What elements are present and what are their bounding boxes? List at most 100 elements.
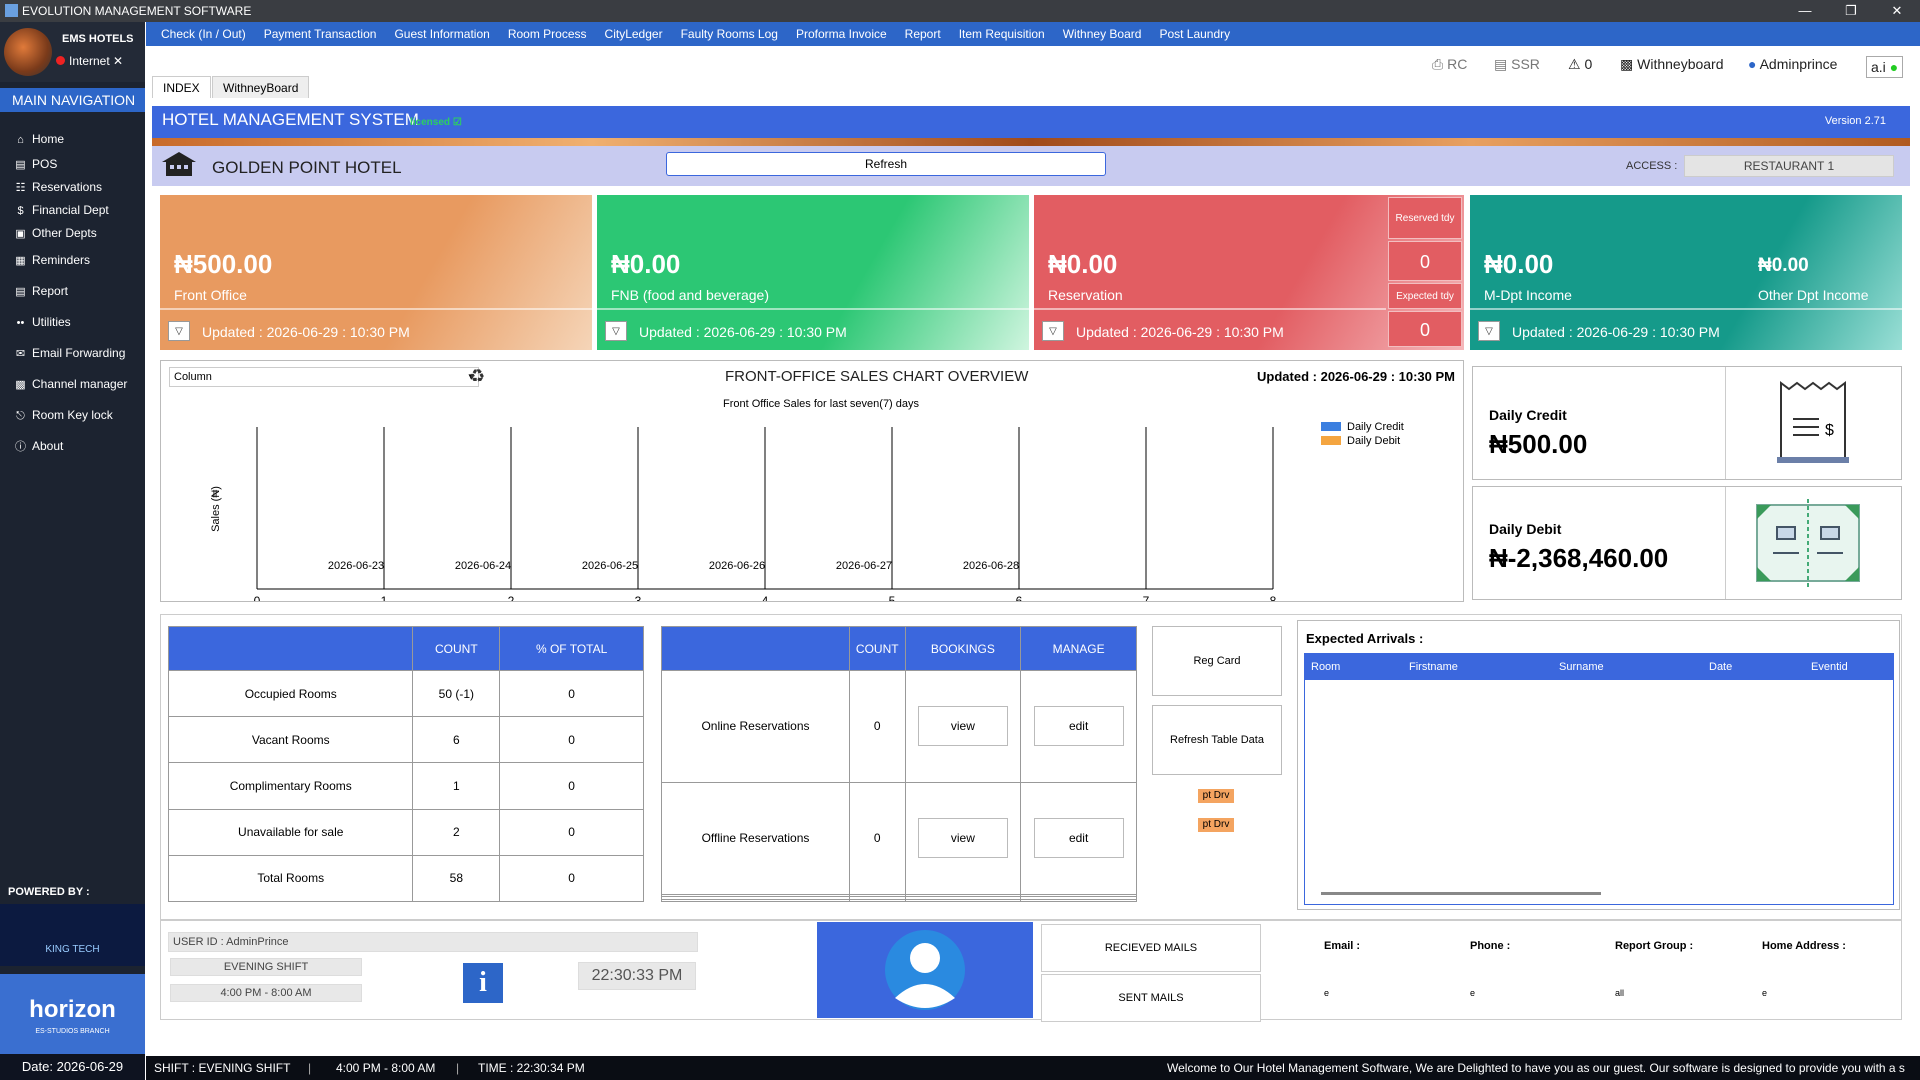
sent-mails-button[interactable]: SENT MAILS [1041,974,1261,1022]
pt-drv-badge[interactable]: pt Drv [1198,789,1234,803]
reservation-amount: ₦0.00 [1048,249,1118,279]
front-office-toggle[interactable]: ▽ [168,321,190,341]
rooms-header-count: COUNT [412,626,501,671]
menu-post-laundry[interactable]: Post Laundry [1150,22,1239,46]
email-label: Email : [1324,940,1361,952]
daily-credit-label: Daily Credit [1489,407,1567,423]
sidebar-item-reservations[interactable]: ☷ Reservations [13,177,102,197]
menu-cityledger[interactable]: CityLedger [596,22,672,46]
ai-button[interactable]: a.i ● [1866,56,1904,78]
home-address-value: e [1762,988,1768,998]
category-label: 2026-06-24 [455,560,511,572]
user-menu[interactable]: ● Adminprince [1748,56,1837,80]
refresh-button[interactable]: Refresh [666,152,1106,176]
notifications-button[interactable]: ⚠ 0 [1568,56,1592,80]
pt-drv-badge-2[interactable]: pt Drv [1198,818,1234,832]
table-row: Unavailable for sale 2 0 [167,808,644,856]
chart-refresh-icon[interactable]: ♻ [469,366,485,387]
table-row: Offline Reservations 0 view edit [661,781,1137,895]
decorative-stripe [152,138,1910,146]
menu-guest-information[interactable]: Guest Information [385,22,498,46]
received-mails-button[interactable]: RECIEVED MAILS [1041,924,1261,972]
online-edit-button[interactable]: edit [1033,706,1124,747]
category-label: 2026-06-23 [328,560,384,572]
close-icon[interactable]: ✕ [113,54,123,68]
menu-withney-board[interactable]: Withney Board [1054,22,1151,46]
menu-room-process[interactable]: Room Process [499,22,596,46]
front-office-amount: ₦500.00 [174,249,273,279]
menu-payment-transaction[interactable]: Payment Transaction [255,22,386,46]
expected-today-label: Expected tdy [1388,283,1462,309]
bell-icon: ⚠ [1568,56,1581,72]
close-button[interactable]: ✕ [1874,0,1920,22]
sidebar-item-report[interactable]: ▤ Report [13,281,68,301]
y-axis-label: Sales (₦) [210,486,222,532]
sidebar-item-pos[interactable]: ▤ POS [13,154,57,174]
menu-report[interactable]: Report [896,22,950,46]
category-label: 2026-06-25 [582,560,638,572]
app-header: HOTEL MANAGEMENT SYSTEM licensed ☑ Versi… [152,106,1910,138]
utilities-icon: •• [16,317,25,329]
reservation-updated: Updated : 2026-06-29 : 10:30 PM [1076,324,1284,340]
chart-type-select[interactable]: Column ▾ [169,367,479,387]
sidebar-item-channel-manager[interactable]: ▩ Channel manager [13,374,127,394]
withneyboard-button[interactable]: ▩ Withneyboard [1620,56,1724,80]
horizontal-scrollbar[interactable] [1321,892,1601,895]
sidebar-item-home[interactable]: ⌂ Home [13,129,64,149]
fnb-amount: ₦0.00 [611,249,681,279]
sidebar-item-other-depts[interactable]: ▣ Other Depts [13,223,96,243]
sidebar-item-about[interactable]: ⓘ About [13,436,63,456]
maximize-button[interactable]: ❐ [1828,0,1874,22]
legend-label: Daily Debit [1347,435,1400,447]
channel-icon: ▩ [15,379,26,391]
menu-check-in-out[interactable]: Check (In / Out) [152,22,255,46]
rooms-header-percent: % OF TOTAL [499,626,644,671]
info-icon[interactable]: i [463,963,503,1003]
reg-card-button[interactable]: Reg Card [1152,626,1282,696]
kingtech-logo: KING TECH [0,904,145,966]
minimize-button[interactable]: — [1782,0,1828,22]
res-header-bookings: BOOKINGS [904,626,1022,671]
sidebar-item-room-key-lock[interactable]: ⎋ Room Key lock [13,405,113,425]
sidebar-item-utilities[interactable]: •• Utilities [13,312,71,332]
key-icon: ⎋ [16,410,25,422]
access-field[interactable]: RESTAURANT 1 [1684,155,1894,177]
other-dpt-amount: ₦0.00 [1758,255,1809,276]
expected-arrivals-grid[interactable]: Room Firstname Surname Date Eventid [1304,653,1894,905]
online-view-button[interactable]: view [917,706,1008,747]
rooms-table: COUNT% OF TOTAL Occupied Rooms 50 (-1) 0 V… [167,626,644,903]
sidebar-item-financial[interactable]: $ Financial Dept [13,200,108,220]
offline-edit-button[interactable]: edit [1033,818,1124,859]
mdpt-amount: ₦0.00 [1484,249,1554,279]
sidebar: EMS HOTELS Internet ✕ MAIN NAVIGATION ⌂ H… [0,22,145,1080]
expected-arrivals-panel: Expected Arrivals : Room Firstname Surna… [1297,620,1900,910]
refresh-table-button[interactable]: Refresh Table Data [1152,705,1282,775]
ssr-button[interactable]: ▤ SSR [1494,56,1540,80]
document-icon: ▤ [1494,56,1508,72]
legend-swatch [1321,436,1341,445]
table-row [661,898,1137,903]
status-bar: SHIFT : EVENING SHIFT | 4:00 PM - 8:00 A… [146,1056,1920,1080]
table-row: Occupied Rooms 50 (-1) 0 [167,669,644,718]
receipt-icon: $ [1777,381,1849,463]
grid-header: Room Firstname Surname Date Eventid [1305,654,1893,680]
daily-debit-panel: Daily Debit ₦-2,368,460.00 [1472,486,1902,600]
rc-button[interactable]: ⎙ RC [1432,56,1467,80]
menu-bar: Check (In / Out) Payment Transaction Guest… [146,22,1920,46]
sidebar-item-email-forwarding[interactable]: ✉ Email Forwarding [13,343,125,363]
daily-credit-panel: Daily Credit ₦500.00 $ [1472,366,1902,480]
tab-withneyboard[interactable]: WithneyBoard [212,76,310,98]
fnb-toggle[interactable]: ▽ [605,321,627,341]
offline-view-button[interactable]: view [917,818,1008,859]
res-header-count: COUNT [849,626,906,671]
mdpt-toggle[interactable]: ▽ [1478,321,1500,341]
reservation-toggle[interactable]: ▽ [1042,321,1064,341]
menu-faulty-rooms-log[interactable]: Faulty Rooms Log [672,22,787,46]
front-office-card: ₦500.00 Front Office ▽ Updated : 2026-06-… [160,195,592,350]
sidebar-item-reminders[interactable]: ▦ Reminders [13,250,90,270]
menu-proforma-invoice[interactable]: Proforma Invoice [787,22,896,46]
legend-label: Daily Credit [1347,421,1404,433]
x-tick-label: 4 [762,594,769,601]
tab-index[interactable]: INDEX [152,76,211,98]
menu-item-requisition[interactable]: Item Requisition [950,22,1054,46]
